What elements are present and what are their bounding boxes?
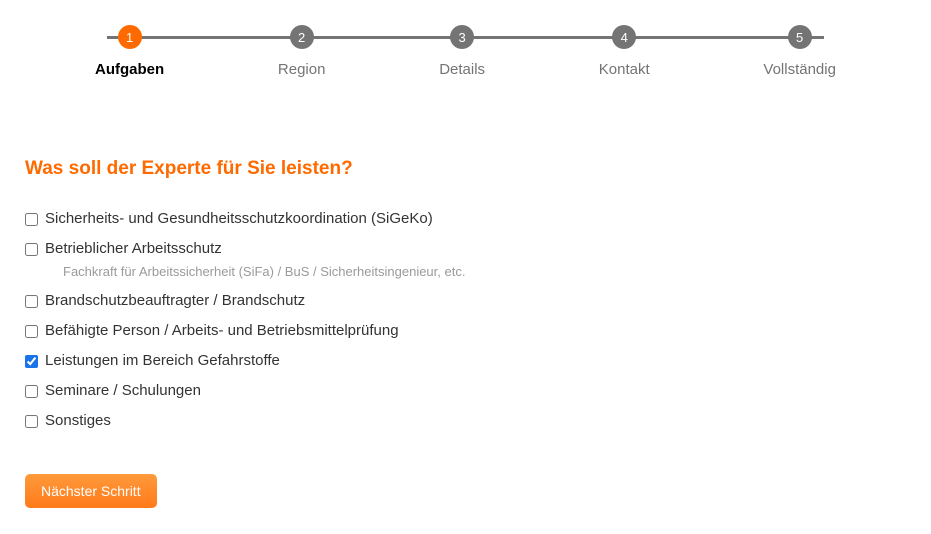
- step-circle-1: 1: [118, 25, 142, 49]
- checkbox-list: Sicherheits- und Gesundheitsschutzkoordi…: [25, 210, 906, 429]
- step-label-4: Kontakt: [599, 61, 650, 78]
- question-title: Was soll der Experte für Sie leisten?: [25, 158, 906, 180]
- step-label-2: Region: [278, 61, 326, 78]
- option-arbeitsschutz[interactable]: Betrieblicher Arbeitsschutz: [25, 240, 906, 257]
- option-label: Sicherheits- und Gesundheitsschutzkoordi…: [45, 210, 433, 227]
- option-label: Leistungen im Bereich Gefahrstoffe: [45, 352, 280, 369]
- option-label: Betrieblicher Arbeitsschutz: [45, 240, 222, 257]
- step-2[interactable]: 2 Region: [278, 25, 326, 78]
- checkbox-seminare[interactable]: [25, 385, 38, 398]
- option-gefahrstoffe[interactable]: Leistungen im Bereich Gefahrstoffe: [25, 352, 906, 369]
- step-label-3: Details: [439, 61, 485, 78]
- step-circle-2: 2: [290, 25, 314, 49]
- step-circle-4: 4: [612, 25, 636, 49]
- step-circle-3: 3: [450, 25, 474, 49]
- checkbox-sonstiges[interactable]: [25, 415, 38, 428]
- progress-stepper: 1 Aufgaben 2 Region 3 Details 4 Kontakt …: [95, 25, 836, 78]
- checkbox-gefahrstoffe[interactable]: [25, 355, 38, 368]
- option-brandschutz[interactable]: Brandschutzbeauftragter / Brandschutz: [25, 292, 906, 309]
- checkbox-brandschutz[interactable]: [25, 295, 38, 308]
- step-label-1: Aufgaben: [95, 61, 164, 78]
- step-4[interactable]: 4 Kontakt: [599, 25, 650, 78]
- option-sonstiges[interactable]: Sonstiges: [25, 412, 906, 429]
- step-circle-5: 5: [788, 25, 812, 49]
- step-5[interactable]: 5 Vollständig: [763, 25, 836, 78]
- checkbox-sigeko[interactable]: [25, 213, 38, 226]
- option-label: Befähigte Person / Arbeits- und Betriebs…: [45, 322, 399, 339]
- next-button[interactable]: Nächster Schritt: [25, 474, 157, 508]
- checkbox-arbeitsschutz[interactable]: [25, 243, 38, 256]
- option-sigeko[interactable]: Sicherheits- und Gesundheitsschutzkoordi…: [25, 210, 906, 227]
- option-befaehigte[interactable]: Befähigte Person / Arbeits- und Betriebs…: [25, 322, 906, 339]
- option-sublabel: Fachkraft für Arbeitssicherheit (SiFa) /…: [63, 264, 906, 279]
- step-3[interactable]: 3 Details: [439, 25, 485, 78]
- option-label: Sonstiges: [45, 412, 111, 429]
- step-1[interactable]: 1 Aufgaben: [95, 25, 164, 78]
- option-label: Seminare / Schulungen: [45, 382, 201, 399]
- option-seminare[interactable]: Seminare / Schulungen: [25, 382, 906, 399]
- step-label-5: Vollständig: [763, 61, 836, 78]
- checkbox-befaehigte[interactable]: [25, 325, 38, 338]
- option-label: Brandschutzbeauftragter / Brandschutz: [45, 292, 305, 309]
